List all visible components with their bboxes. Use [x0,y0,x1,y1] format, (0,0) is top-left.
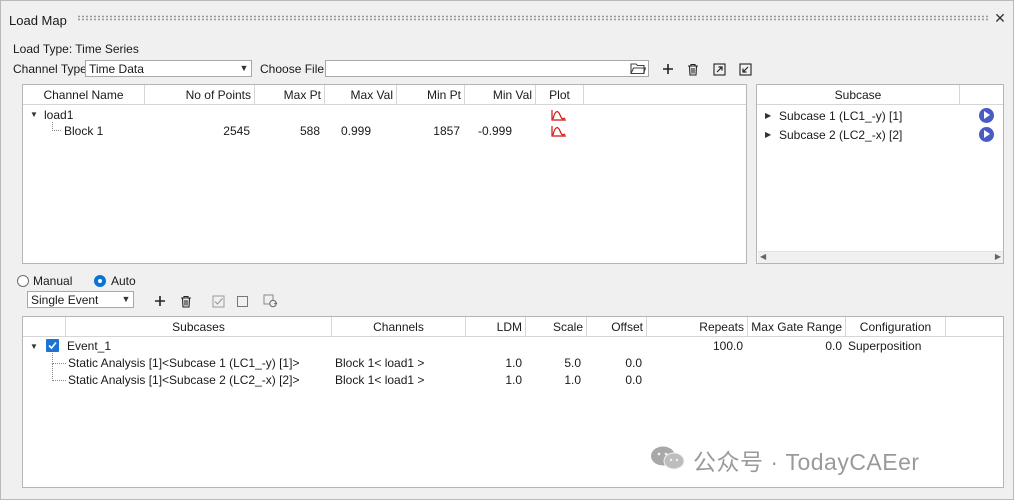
title-bar: Load Map ✕ [1,1,1013,39]
choose-file-input[interactable] [325,60,649,77]
header-min-pt[interactable]: Min Pt [397,85,465,105]
refresh-icon[interactable] [261,292,279,310]
group-label[interactable]: load1 [44,108,73,123]
tree-connector [52,122,61,131]
row-channel[interactable]: Block 1< load1 > [335,373,424,388]
play-icon[interactable] [979,108,994,123]
header-scale[interactable]: Scale [526,317,587,337]
channel-min-pt: 1857 [433,124,460,138]
manual-label[interactable]: Manual [33,274,72,288]
header-no-of-points[interactable]: No of Points [145,85,255,105]
header-filler [946,317,1003,337]
event-configuration[interactable]: Superposition [848,339,921,354]
scroll-left-icon[interactable]: ◀ [760,252,766,261]
tree-connector [52,364,66,381]
header-max-val[interactable]: Max Val [325,85,397,105]
wechat-icon [649,445,687,471]
plot-icon[interactable] [551,125,567,137]
event-name[interactable]: Event_1 [67,339,111,354]
header-subcase[interactable]: Subcase [757,85,960,105]
header-offset[interactable]: Offset [587,317,647,337]
auto-radio[interactable] [94,275,106,287]
load-map-dialog: Load Map ✕ Load Type: Time Series Channe… [0,0,1014,500]
header-repeats[interactable]: Repeats [647,317,748,337]
event-repeats[interactable]: 100.0 [647,339,743,354]
export-icon[interactable] [710,60,728,78]
row-scale[interactable]: 5.0 [526,356,581,371]
channel-max-val: 0.999 [341,124,372,138]
row-scale[interactable]: 1.0 [526,373,581,388]
subcase-panel: Subcase ▶ Subcase 1 (LC1_-y) [1] ▶ Subca… [756,84,1004,264]
header-configuration[interactable]: Configuration [846,317,946,337]
channel-min-val: -0.999 [478,124,513,138]
checkbox-icon[interactable] [233,292,251,310]
row-subcase[interactable]: Static Analysis [1]<Subcase 1 (LC1_-y) [… [68,356,299,371]
watermark: 公众号 · TodayCAEer [649,443,920,477]
header-filler [23,317,66,337]
event-type-value: Single Event [31,293,99,307]
row-offset[interactable]: 0.0 [587,356,642,371]
subcase-item[interactable]: Subcase 1 (LC1_-y) [1] [779,109,902,124]
manual-radio[interactable] [17,275,29,287]
subcase-item[interactable]: Subcase 2 (LC2_-x) [2] [779,128,902,143]
scroll-right-icon[interactable]: ▶ [995,252,1001,261]
channel-type-select[interactable]: Time Data ▼ [85,60,252,77]
row-offset[interactable]: 0.0 [587,373,642,388]
plus-icon[interactable] [151,292,169,310]
folder-icon[interactable] [630,62,647,75]
close-icon[interactable]: ✕ [993,10,1007,26]
trash-icon[interactable] [684,60,702,78]
drag-grip[interactable] [77,15,989,21]
row-ldm[interactable]: 1.0 [466,356,522,371]
header-channel-name[interactable]: Channel Name [23,85,145,105]
header-filler [960,85,1003,105]
expand-arrow-icon[interactable]: ▶ [765,111,771,120]
header-filler [584,85,746,105]
header-max-pt[interactable]: Max Pt [255,85,325,105]
header-max-gate-range[interactable]: Max Gate Range [748,317,846,337]
channel-type-label: Channel Type: [13,62,91,76]
check-icon[interactable] [209,292,227,310]
collapse-arrow-icon[interactable]: ▼ [30,110,38,119]
choose-file-label: Choose File: [260,62,328,76]
channel-max-pt: 588 [299,124,320,138]
channel-name[interactable]: Block 1 [64,124,103,139]
event-type-select[interactable]: Single Event ▼ [27,291,134,308]
window-title: Load Map [9,13,67,28]
header-ldm[interactable]: LDM [466,317,526,337]
collapse-arrow-icon[interactable]: ▼ [30,342,38,351]
import-icon[interactable] [736,60,754,78]
row-channel[interactable]: Block 1< load1 > [335,356,424,371]
chevron-down-icon: ▼ [121,294,131,304]
channel-type-value: Time Data [89,62,144,76]
load-type-label: Load Type: Time Series [13,42,139,56]
expand-arrow-icon[interactable]: ▶ [765,130,771,139]
horizontal-scrollbar[interactable]: ◀ ▶ [758,251,1003,263]
play-icon[interactable] [979,127,994,142]
header-subcases[interactable]: Subcases [66,317,332,337]
tree-connector [52,353,66,364]
header-channels[interactable]: Channels [332,317,466,337]
watermark-text: 公众号 · TodayCAEer [693,449,920,475]
event-max-gate-range[interactable]: 0.0 [748,339,842,354]
event-checkbox[interactable] [46,339,59,352]
channel-points: 2545 [223,124,250,138]
auto-label[interactable]: Auto [111,274,136,288]
header-plot[interactable]: Plot [536,85,584,105]
row-subcase[interactable]: Static Analysis [1]<Subcase 2 (LC2_-x) [… [68,373,299,388]
plot-icon[interactable] [551,109,567,121]
plus-icon[interactable] [659,60,677,78]
chevron-down-icon: ▼ [239,63,249,73]
row-ldm[interactable]: 1.0 [466,373,522,388]
header-min-val[interactable]: Min Val [465,85,536,105]
channel-table: Channel Name No of Points Max Pt Max Val… [22,84,747,264]
trash-icon[interactable] [177,292,195,310]
